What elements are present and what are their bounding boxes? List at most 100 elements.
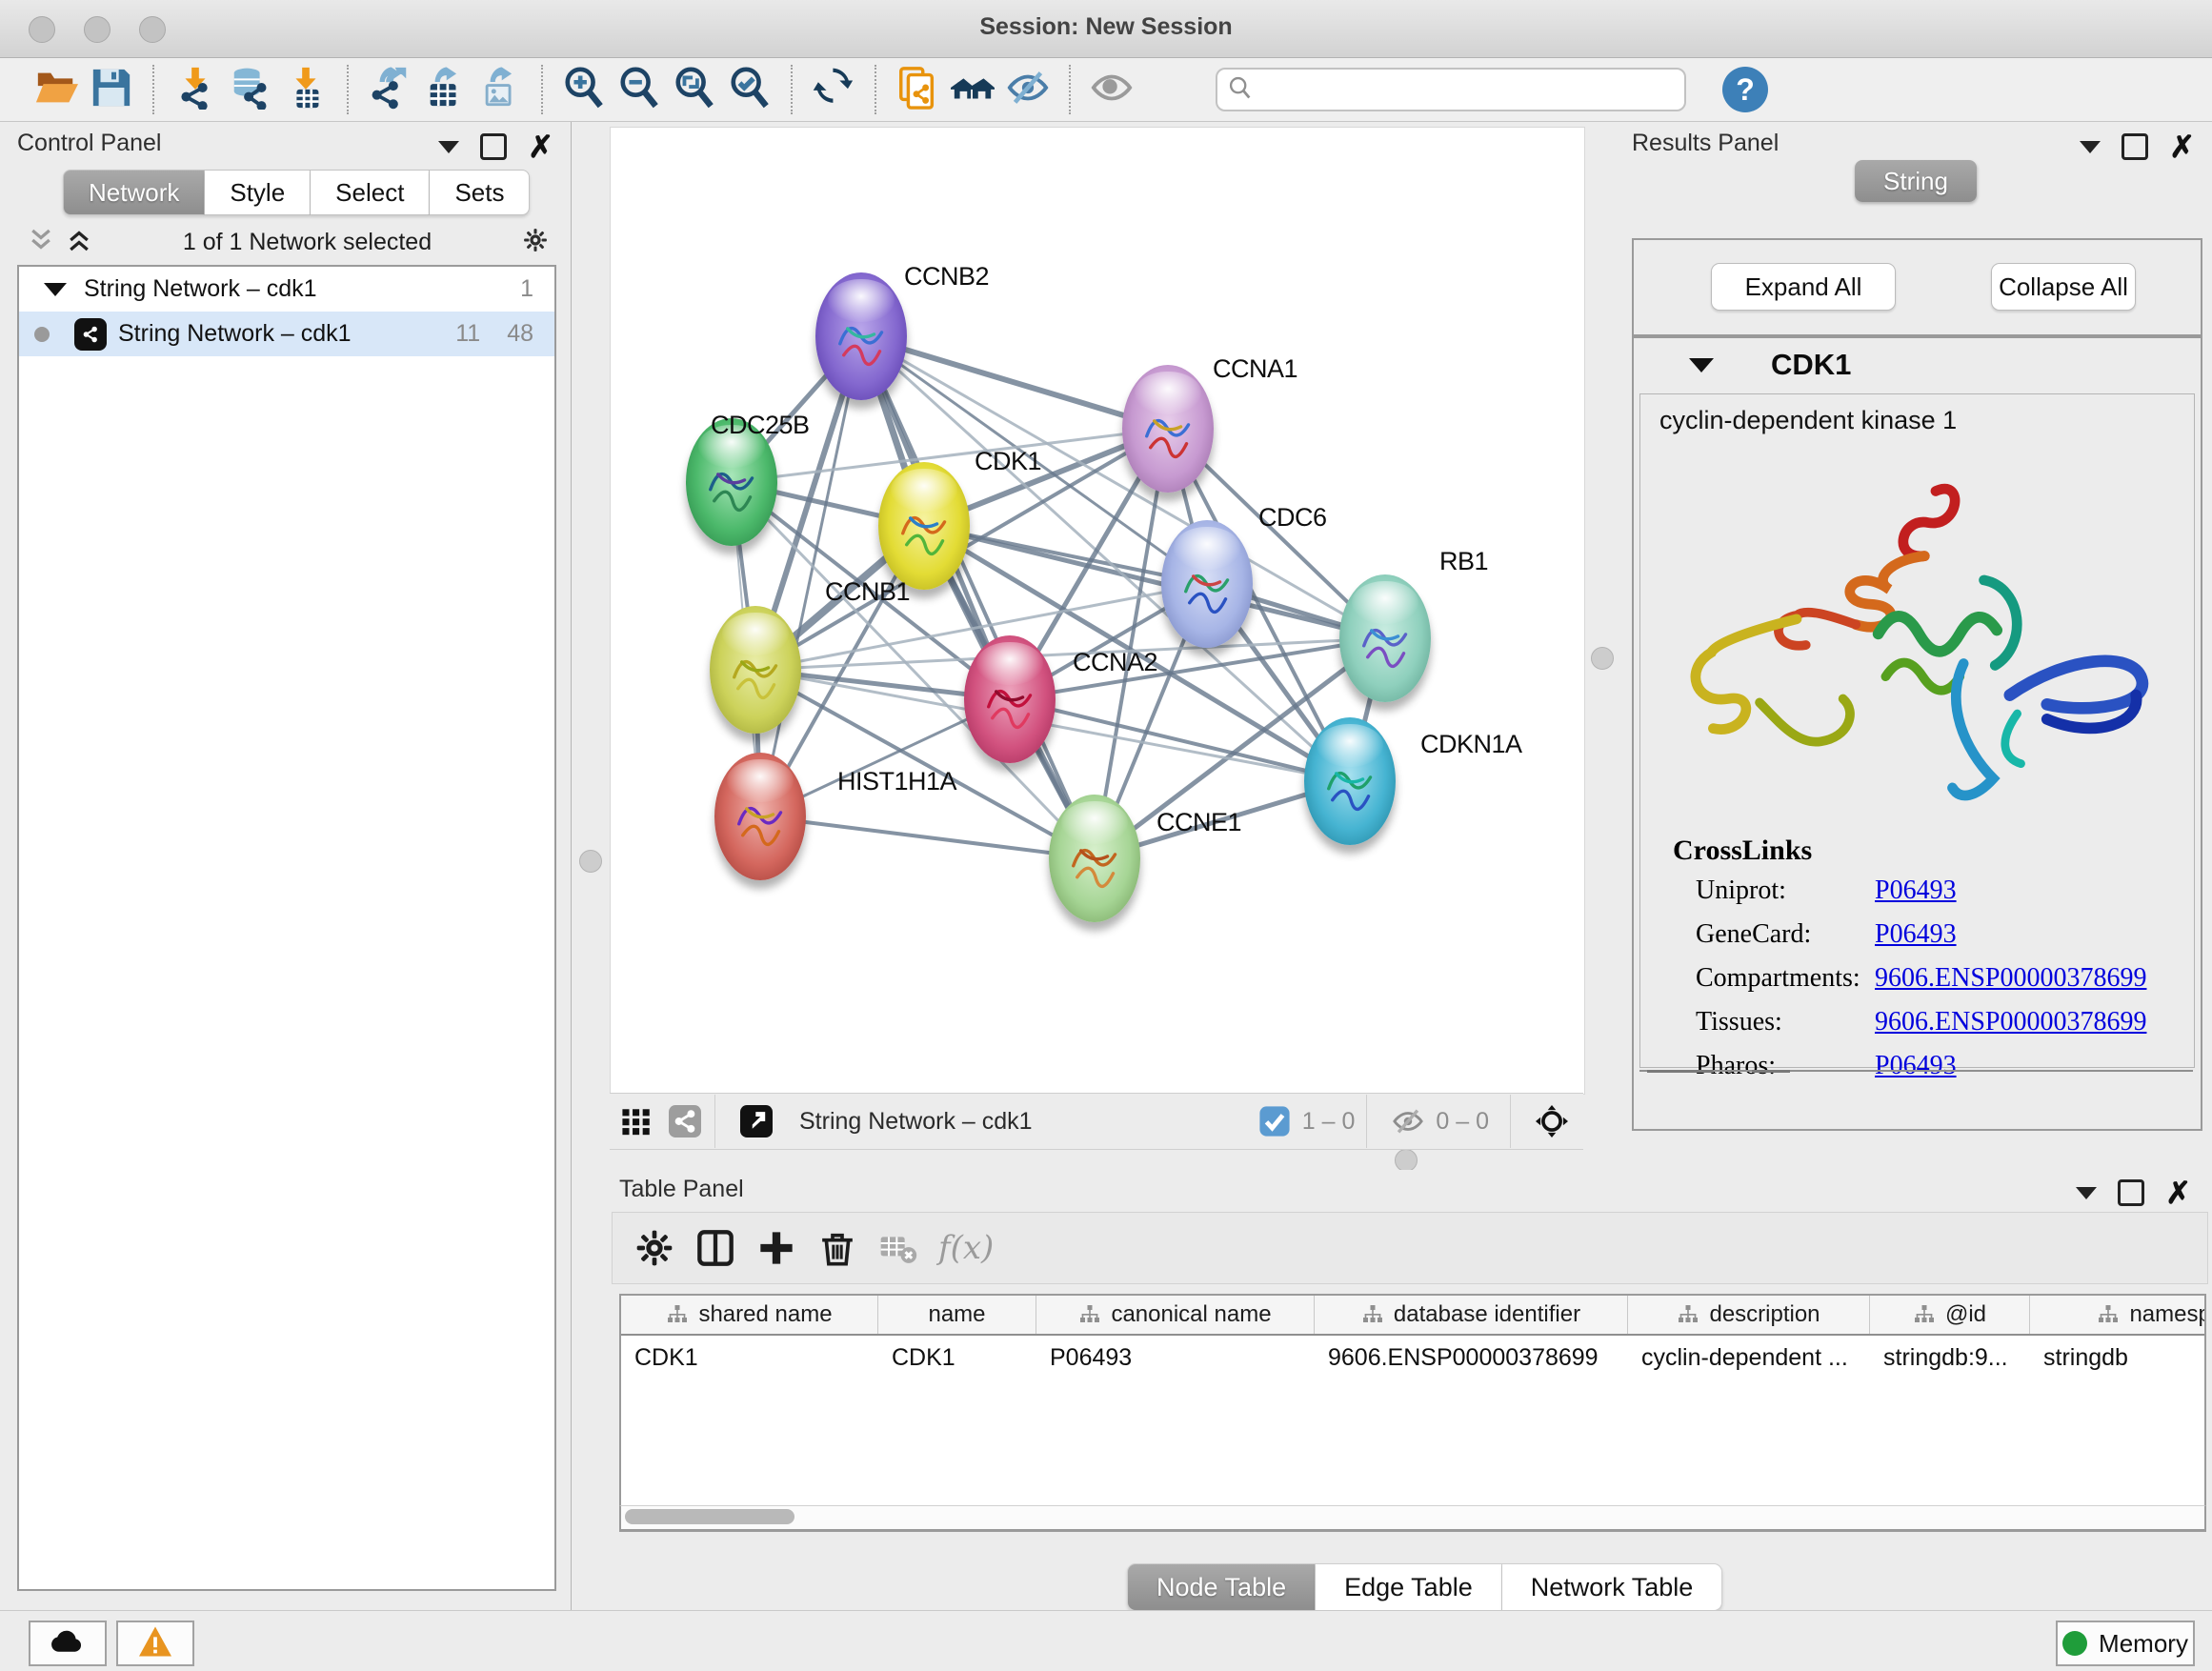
panel-close-icon[interactable]: ✗ xyxy=(528,136,553,157)
tab-select[interactable]: Select xyxy=(311,170,430,215)
open-in-new-window-icon[interactable] xyxy=(738,1103,774,1139)
network-row-selected[interactable]: String Network – cdk1 1148 xyxy=(19,312,554,356)
export-network-button[interactable] xyxy=(362,63,417,116)
show-all-button[interactable] xyxy=(1084,63,1139,116)
network-canvas[interactable]: CCNB2CCNA1CDC25BCDK1CDC6RB1CCNB1CCNA2CDK… xyxy=(610,127,1585,1095)
column-header-canonical-name[interactable]: canonical name xyxy=(1036,1296,1315,1334)
node-CCNB1[interactable] xyxy=(710,606,801,734)
memory-button[interactable]: Memory xyxy=(2056,1621,2195,1666)
tab-network[interactable]: Network xyxy=(63,170,205,215)
zoom-out-button[interactable] xyxy=(612,63,667,116)
crosslink-link[interactable]: 9606.ENSP00000378699 xyxy=(1875,1007,2146,1037)
export-table-button[interactable] xyxy=(417,63,473,116)
hidden-eye-slash-icon[interactable] xyxy=(1390,1103,1426,1139)
import-table-button[interactable] xyxy=(278,63,333,116)
gene-box-scrollbar[interactable] xyxy=(1639,1070,2193,1087)
gene-collapse-triangle-icon[interactable] xyxy=(1689,358,1714,372)
network-collection-row[interactable]: String Network – cdk1 1 xyxy=(19,267,554,312)
node-CCNE1[interactable] xyxy=(1049,795,1140,922)
column-header-description[interactable]: description xyxy=(1628,1296,1870,1334)
cell-database-identifier[interactable]: 9606.ENSP00000378699 xyxy=(1315,1336,1628,1379)
table-settings-gear-icon[interactable] xyxy=(624,1219,685,1277)
search-input[interactable] xyxy=(1261,75,1675,104)
node-CCNA1[interactable] xyxy=(1122,365,1214,493)
first-neighbors-button[interactable] xyxy=(945,63,1000,116)
panel-float-icon[interactable] xyxy=(480,133,507,160)
left-splitter-handle[interactable] xyxy=(579,850,602,873)
node-CDC6[interactable] xyxy=(1161,520,1253,648)
table-float-icon[interactable] xyxy=(2118,1179,2144,1206)
scrollbar-thumb[interactable] xyxy=(625,1509,794,1524)
tab-sets[interactable]: Sets xyxy=(430,170,530,215)
results-close-icon[interactable]: ✗ xyxy=(2169,136,2195,157)
show-columns-icon[interactable] xyxy=(685,1219,746,1277)
cell-name[interactable]: CDK1 xyxy=(878,1336,1036,1379)
cloud-status-button[interactable] xyxy=(29,1621,107,1666)
table-menu-caret-icon[interactable] xyxy=(2076,1187,2097,1199)
refresh-button[interactable] xyxy=(806,63,861,116)
table-data-row[interactable]: CDK1CDK1P064939606.ENSP00000378699cyclin… xyxy=(621,1336,2204,1379)
column-header-namespace[interactable]: namespace xyxy=(2030,1296,2206,1334)
import-network-button[interactable] xyxy=(168,63,223,116)
cell-namespace[interactable]: stringdb xyxy=(2030,1336,2206,1379)
gene-header[interactable]: CDK1 xyxy=(1634,338,2201,392)
collection-expand-triangle-icon[interactable] xyxy=(44,283,67,296)
import-network-from-database-button[interactable] xyxy=(223,63,278,116)
delete-table-icon[interactable] xyxy=(868,1219,929,1277)
results-tab-string[interactable]: String xyxy=(1855,160,1977,202)
node-CDKN1A[interactable] xyxy=(1304,717,1396,845)
warning-status-button[interactable] xyxy=(116,1621,194,1666)
help-button[interactable]: ? xyxy=(1722,67,1768,112)
duplicate-network-button[interactable] xyxy=(890,63,945,116)
column-header--id[interactable]: @id xyxy=(1870,1296,2030,1334)
zoom-in-button[interactable] xyxy=(556,63,612,116)
expand-all-button[interactable]: Expand All xyxy=(1711,263,1896,311)
cell-shared-name[interactable]: CDK1 xyxy=(621,1336,878,1379)
collapse-all-chevron-icon[interactable] xyxy=(27,228,55,257)
search-box[interactable] xyxy=(1216,68,1686,111)
results-float-icon[interactable] xyxy=(2122,133,2148,160)
panel-menu-caret-icon[interactable] xyxy=(438,141,459,153)
node-CCNA2[interactable] xyxy=(964,635,1056,763)
zoom-selected-button[interactable] xyxy=(722,63,777,116)
network-badge-icon[interactable] xyxy=(667,1103,703,1139)
crosslink-link[interactable]: 9606.ENSP00000378699 xyxy=(1875,963,2146,994)
zoom-fit-button[interactable] xyxy=(667,63,722,116)
cell--id[interactable]: stringdb:9... xyxy=(1870,1336,2030,1379)
tab-edge-table[interactable]: Edge Table xyxy=(1316,1563,1502,1611)
right-splitter-handle[interactable] xyxy=(1591,647,1614,670)
selected-checkbox-icon[interactable] xyxy=(1257,1103,1293,1139)
node-HIST1H1A[interactable] xyxy=(714,753,806,880)
tab-node-table[interactable]: Node Table xyxy=(1127,1563,1316,1611)
open-session-button[interactable] xyxy=(29,63,84,116)
node-table-grid[interactable]: shared namenamecanonical namedatabase id… xyxy=(619,1294,2206,1532)
grid-view-icon[interactable] xyxy=(619,1103,655,1139)
export-image-button[interactable] xyxy=(473,63,528,116)
crosslink-link[interactable]: P06493 xyxy=(1875,919,1957,950)
hide-selected-button[interactable] xyxy=(1000,63,1056,116)
save-session-button[interactable] xyxy=(84,63,139,116)
delete-column-trash-icon[interactable] xyxy=(807,1219,868,1277)
column-header-name[interactable]: name xyxy=(878,1296,1036,1334)
node-CCNB2[interactable] xyxy=(815,272,907,400)
column-header-database-identifier[interactable]: database identifier xyxy=(1315,1296,1628,1334)
table-horizontal-scrollbar[interactable] xyxy=(619,1505,2206,1531)
tab-style[interactable]: Style xyxy=(205,170,311,215)
bottom-splitter-handle[interactable] xyxy=(1395,1149,1418,1172)
table-close-icon[interactable]: ✗ xyxy=(2165,1182,2191,1203)
node-RB1[interactable] xyxy=(1339,574,1431,702)
crosshair-navigate-icon[interactable] xyxy=(1534,1103,1570,1139)
expand-all-chevron-icon[interactable] xyxy=(65,228,93,257)
function-builder-icon[interactable]: f(x) xyxy=(938,1229,994,1267)
results-menu-caret-icon[interactable] xyxy=(2080,141,2101,153)
collapse-all-button[interactable]: Collapse All xyxy=(1991,263,2136,311)
node-CDK1[interactable] xyxy=(878,462,970,590)
cell-description[interactable]: cyclin-dependent ... xyxy=(1628,1336,1870,1379)
column-header-shared-name[interactable]: shared name xyxy=(621,1296,878,1334)
network-options-gear-icon[interactable] xyxy=(521,228,550,257)
tab-network-table[interactable]: Network Table xyxy=(1502,1563,1723,1611)
cell-canonical-name[interactable]: P06493 xyxy=(1036,1336,1315,1379)
control-panel-title: Control Panel xyxy=(17,130,161,157)
add-column-plus-icon[interactable] xyxy=(746,1219,807,1277)
crosslink-link[interactable]: P06493 xyxy=(1875,876,1957,906)
